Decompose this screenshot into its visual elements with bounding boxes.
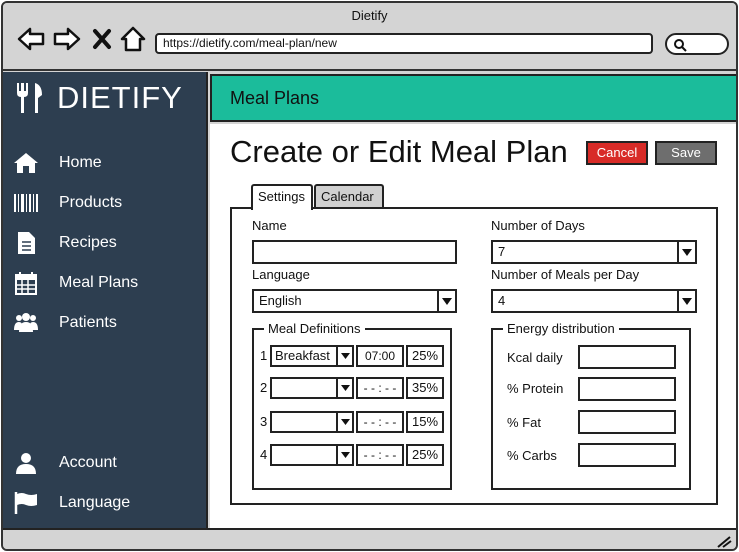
- meal-row-number: 3: [260, 414, 268, 429]
- meal-percent-input[interactable]: 25%: [406, 444, 444, 466]
- language-value: English: [259, 293, 302, 308]
- protein-label: % Protein: [507, 381, 564, 396]
- days-value: 7: [498, 244, 506, 259]
- brand-logo[interactable]: DIETIFY: [15, 80, 183, 116]
- status-bar: [3, 528, 736, 549]
- home-icon: [14, 153, 38, 173]
- energy-distribution-group: Energy distribution Kcal daily % Protein…: [491, 321, 691, 490]
- meal-row-number: 1: [260, 348, 268, 363]
- sidebar-item-meal-plans[interactable]: Meal Plans: [13, 269, 198, 297]
- home-nav-icon[interactable]: [119, 25, 147, 53]
- user-icon: [16, 453, 36, 474]
- sidebar-item-products[interactable]: Products: [13, 189, 198, 217]
- meal-row-number: 2: [260, 380, 268, 395]
- meal-percent-input[interactable]: 35%: [406, 377, 444, 399]
- meal-percent-input[interactable]: 25%: [406, 345, 444, 367]
- carbs-input[interactable]: [578, 443, 676, 467]
- sidebar-item-label: Language: [59, 494, 131, 511]
- meal-definitions-legend: Meal Definitions: [264, 321, 365, 336]
- fat-label: % Fat: [507, 415, 541, 430]
- browser-window: Dietify https://dietify.com/meal-plan/ne…: [1, 1, 738, 551]
- language-select[interactable]: English: [252, 289, 457, 313]
- flag-icon: [14, 492, 37, 514]
- kcal-daily-label: Kcal daily: [507, 350, 563, 365]
- back-arrow-icon[interactable]: [17, 25, 45, 53]
- chevron-down-icon[interactable]: [336, 379, 352, 397]
- meal-select[interactable]: [270, 444, 354, 466]
- meal-definitions-group: Meal Definitions 1 Breakfast 07:00 25% 2…: [252, 321, 452, 490]
- meal-select-value: Breakfast: [275, 348, 330, 363]
- days-select[interactable]: 7: [491, 240, 697, 264]
- page-title: Create or Edit Meal Plan: [230, 134, 568, 169]
- meals-per-day-value: 4: [498, 293, 506, 308]
- energy-distribution-legend: Energy distribution: [503, 321, 619, 336]
- chevron-down-icon[interactable]: [677, 242, 695, 262]
- chevron-down-icon[interactable]: [336, 347, 352, 365]
- days-label: Number of Days: [491, 218, 585, 233]
- chevron-down-icon[interactable]: [437, 291, 455, 311]
- sidebar-item-account[interactable]: Account: [13, 449, 198, 477]
- url-bar[interactable]: https://dietify.com/meal-plan/new: [155, 33, 653, 54]
- sidebar-item-label: Patients: [59, 314, 117, 331]
- meal-select[interactable]: [270, 377, 354, 399]
- main-content: Create or Edit Meal Plan Cancel Save Set…: [210, 124, 736, 528]
- sidebar: DIETIFY Home Products Recipes Meal Plans…: [3, 72, 208, 528]
- meal-select[interactable]: [270, 411, 354, 433]
- resize-grip-icon[interactable]: [716, 534, 732, 548]
- meal-row-number: 4: [260, 447, 268, 462]
- users-icon: [14, 313, 38, 332]
- close-icon[interactable]: [91, 25, 113, 53]
- fork-knife-icon: [17, 83, 42, 113]
- chevron-down-icon[interactable]: [336, 446, 352, 464]
- name-input[interactable]: [252, 240, 457, 264]
- protein-input[interactable]: [578, 377, 676, 401]
- sidebar-item-recipes[interactable]: Recipes: [13, 229, 198, 257]
- cancel-button[interactable]: Cancel: [586, 141, 648, 165]
- fat-input[interactable]: [578, 410, 676, 434]
- name-label: Name: [252, 218, 287, 233]
- section-header: Meal Plans: [210, 74, 736, 122]
- meal-time-input[interactable]: - - : - -: [356, 377, 404, 399]
- section-title: Meal Plans: [230, 88, 320, 108]
- sidebar-item-label: Products: [59, 194, 123, 211]
- title-bar: Dietify https://dietify.com/meal-plan/ne…: [3, 3, 736, 71]
- search-icon: [674, 39, 687, 52]
- carbs-label: % Carbs: [507, 448, 557, 463]
- sidebar-item-label: Meal Plans: [59, 274, 139, 291]
- meal-percent-input[interactable]: 15%: [406, 411, 444, 433]
- meals-per-day-select[interactable]: 4: [491, 289, 697, 313]
- sidebar-item-patients[interactable]: Patients: [13, 309, 198, 337]
- save-button[interactable]: Save: [655, 141, 717, 165]
- meal-time-input[interactable]: 07:00: [356, 345, 404, 367]
- barcode-icon: [14, 194, 38, 212]
- forward-arrow-icon[interactable]: [53, 25, 81, 53]
- tab-settings[interactable]: Settings: [251, 184, 313, 210]
- browser-search-box[interactable]: [665, 33, 729, 55]
- meals-per-day-label: Number of Meals per Day: [491, 267, 640, 282]
- settings-panel: Name Number of Days 7 Language English N…: [230, 207, 718, 505]
- meal-time-input[interactable]: - - : - -: [356, 411, 404, 433]
- sidebar-item-label: Home: [59, 154, 102, 171]
- tab-calendar[interactable]: Calendar: [314, 184, 384, 208]
- meal-time-input[interactable]: - - : - -: [356, 444, 404, 466]
- window-title: Dietify: [351, 8, 388, 23]
- kcal-daily-input[interactable]: [578, 345, 676, 369]
- brand-name: DIETIFY: [57, 80, 183, 115]
- sidebar-item-label: Recipes: [59, 234, 117, 251]
- chevron-down-icon[interactable]: [677, 291, 695, 311]
- meal-select[interactable]: Breakfast: [270, 345, 354, 367]
- chevron-down-icon[interactable]: [336, 413, 352, 431]
- document-icon: [18, 232, 35, 254]
- sidebar-item-language[interactable]: Language: [13, 489, 198, 517]
- sidebar-item-label: Account: [59, 454, 117, 471]
- language-label: Language: [252, 267, 310, 282]
- calendar-icon: [15, 272, 37, 295]
- sidebar-item-home[interactable]: Home: [13, 149, 198, 177]
